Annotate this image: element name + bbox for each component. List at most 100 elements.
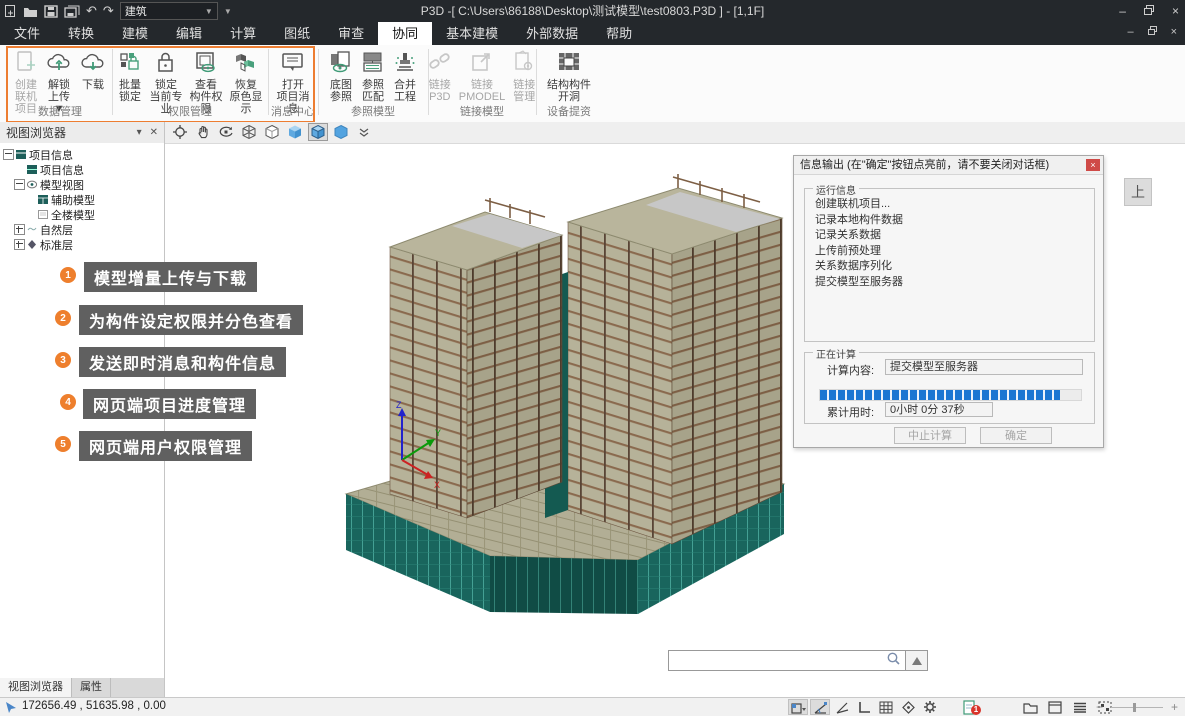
tab-help[interactable]: 帮助 — [592, 22, 646, 45]
tab-edit[interactable]: 编辑 — [162, 22, 216, 45]
doc-minimize-button[interactable]: – — [1127, 26, 1133, 38]
cube-hiddenline-icon[interactable] — [262, 123, 282, 141]
zoom-slider-handle[interactable] — [1133, 703, 1136, 712]
panel-menu-icon[interactable]: ▾ — [137, 127, 142, 138]
ortho-mode-icon[interactable] — [854, 699, 874, 715]
tab-view-browser[interactable]: 视图浏览器 — [0, 678, 72, 697]
view-element-permission-button[interactable]: 查看 构件权限 — [186, 45, 226, 105]
download-button[interactable]: 下载 — [76, 45, 110, 105]
collapse-icon[interactable] — [3, 149, 14, 160]
annotation-number: 2 — [55, 310, 71, 326]
create-online-project-button[interactable]: 创建 联机项目 — [10, 45, 42, 105]
tree-item-whole-building-model[interactable]: 全楼模型 — [0, 207, 164, 222]
cube-shaded-icon[interactable] — [285, 123, 305, 141]
tree-item-natural-storey[interactable]: 自然层 — [0, 222, 164, 237]
restore-original-color-button[interactable]: 恢复 原色显示 — [226, 45, 266, 105]
new-file-icon[interactable] — [4, 4, 17, 18]
dialog-close-button[interactable]: × — [1086, 159, 1100, 171]
merge-project-button[interactable]: 合并 工程 — [389, 45, 421, 105]
zoom-out-icon[interactable]: − — [1096, 702, 1103, 712]
annotation-label: 网页端用户权限管理 — [79, 431, 252, 461]
grid-display-icon[interactable] — [876, 699, 896, 715]
open-project-message-button[interactable]: 打开 项目消息 — [270, 45, 316, 105]
profile-value: 建筑 — [125, 3, 147, 19]
layers-match-icon — [360, 47, 386, 79]
zoom-extents-icon[interactable] — [170, 123, 190, 141]
object-snap-tracking-icon[interactable] — [832, 699, 852, 715]
history-up-button[interactable] — [906, 650, 928, 671]
doc-close-button[interactable]: × — [1171, 26, 1177, 38]
message-badge: 1 — [973, 705, 979, 714]
chain-link-icon — [427, 47, 453, 79]
expand-icon[interactable] — [14, 239, 25, 250]
run-log: 创建联机项目... 记录本地构件数据 记录关系数据 上传前预处理 关系数据序列化… — [805, 189, 1094, 298]
project-book-icon — [16, 150, 26, 159]
toolbar-expand-icon[interactable] — [354, 123, 374, 141]
tab-collaboration[interactable]: 协同 — [378, 22, 432, 45]
redo-icon[interactable]: ↷ — [103, 3, 114, 19]
tab-calc[interactable]: 计算 — [216, 22, 270, 45]
tab-drawing[interactable]: 图纸 — [270, 22, 324, 45]
tab-review[interactable]: 审查 — [324, 22, 378, 45]
cube-shaded-edges-icon[interactable] — [308, 123, 328, 141]
command-search-bar — [668, 650, 928, 671]
collapse-icon[interactable] — [14, 179, 25, 190]
structural-opening-button[interactable]: 结构构件 开洞 — [544, 45, 594, 105]
group-name: 消息中心 — [270, 103, 316, 119]
reference-match-button[interactable]: 参照 匹配 — [357, 45, 389, 105]
tab-external-data[interactable]: 外部数据 — [512, 22, 592, 45]
profile-select[interactable]: 建筑 ▼ — [120, 2, 218, 20]
pan-hand-icon[interactable] — [193, 123, 213, 141]
base-drawing-reference-button[interactable]: 底图 参照 — [325, 45, 357, 105]
message-file-icon[interactable]: 1 — [962, 700, 982, 719]
orbit-icon[interactable] — [216, 123, 236, 141]
settings-gear-icon[interactable] — [920, 699, 940, 715]
ribbon-group-reference-model: 底图 参照 参照 匹配 合并 工程 参照模型 — [320, 45, 426, 121]
tab-convert[interactable]: 转换 — [54, 22, 108, 45]
annotation-number: 1 — [60, 267, 76, 283]
tree-item-aux-model[interactable]: 辅助模型 — [0, 192, 164, 207]
polar-tracking-icon[interactable] — [810, 699, 830, 715]
layer-list-icon[interactable] — [1070, 699, 1090, 715]
unlock-upload-button[interactable]: 解锁 上传▼ — [42, 45, 76, 105]
tree-item-project-info[interactable]: 项目信息 — [0, 162, 164, 177]
cube-wireframe-icon[interactable] — [239, 123, 259, 141]
zoom-in-icon[interactable]: + — [1171, 702, 1178, 712]
link-pmodel-button[interactable]: 链接 PMODEL — [456, 45, 508, 105]
lock-current-discipline-button[interactable]: 锁定 当前专业 — [146, 45, 186, 105]
isometric-drafting-icon[interactable] — [898, 699, 918, 715]
batch-lock-button[interactable]: 批量 锁定 — [114, 45, 146, 105]
save-all-icon[interactable] — [64, 5, 80, 18]
minimize-button[interactable]: – — [1119, 4, 1126, 18]
new-view-icon[interactable] — [1020, 699, 1040, 715]
panel-close-icon[interactable]: ✕ — [150, 127, 158, 138]
toolbar-options-icon[interactable]: ▼ — [224, 7, 232, 16]
tree-item-model-views[interactable]: 模型视图 — [0, 177, 164, 192]
tree-item-standard-storey[interactable]: 标准层 — [0, 237, 164, 252]
tab-file[interactable]: 文件 — [0, 22, 54, 45]
link-p3d-button[interactable]: 链接 P3D — [424, 45, 456, 105]
view-orientation-button[interactable]: 上 — [1124, 178, 1152, 206]
abort-calc-button[interactable]: 中止计算 — [894, 427, 966, 444]
ok-button[interactable]: 确定 — [980, 427, 1052, 444]
annotation-number: 4 — [60, 394, 76, 410]
tab-basic-modeling[interactable]: 基本建模 — [432, 22, 512, 45]
open-file-icon[interactable] — [23, 5, 38, 18]
group-name: 参照模型 — [320, 103, 426, 119]
search-input[interactable] — [668, 650, 906, 671]
undo-icon[interactable]: ↶ — [86, 3, 97, 19]
cube-solid-icon[interactable] — [331, 123, 351, 141]
restore-button[interactable] — [1144, 4, 1154, 18]
tree-item-project-info-root[interactable]: 项目信息 — [0, 147, 164, 162]
doc-restore-button[interactable] — [1148, 26, 1157, 38]
expand-icon[interactable] — [14, 224, 25, 235]
tab-properties[interactable]: 属性 — [72, 678, 111, 697]
zoom-slider-track[interactable] — [1111, 707, 1163, 708]
tab-modeling[interactable]: 建模 — [108, 22, 162, 45]
window-view-icon[interactable] — [1045, 699, 1065, 715]
annotation-label: 网页端项目进度管理 — [83, 389, 256, 419]
save-icon[interactable] — [44, 5, 58, 18]
model-3d-view[interactable]: Z Y X — [340, 162, 800, 622]
snap-settings-icon[interactable] — [788, 699, 808, 715]
close-button[interactable]: × — [1172, 4, 1179, 18]
